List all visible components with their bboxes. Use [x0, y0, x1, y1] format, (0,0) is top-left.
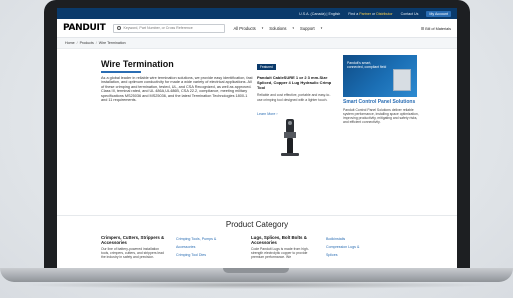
list-icon: ☰ [420, 26, 425, 31]
category-lugs-title[interactable]: Lugs, Splices, Bolt Bolts & Accessories [251, 235, 316, 245]
search-icon [117, 26, 122, 30]
link-compression-lugs[interactable]: Compression Lugs & [326, 243, 391, 251]
featured-badge: Featured [257, 64, 276, 70]
link-bodkinstalls[interactable]: Bodkinstalls [326, 235, 391, 243]
panduit-logo[interactable]: PANDUIT [63, 23, 106, 33]
chevron-down-icon: ▾ [261, 25, 264, 30]
category-lugs-desc: Code Panduit Lugs is made from high-stre… [251, 247, 309, 260]
chevron-down-icon: ▾ [292, 25, 295, 30]
find-partner-text: Find a Partner or Distributor [348, 11, 393, 16]
promo-banner-image: Panduit's smart, connected, compliant fi… [343, 55, 417, 97]
category-crimpers-title[interactable]: Crimpers, Cutters, Strippers & Accessori… [101, 235, 166, 245]
my-account-button[interactable]: My Account [426, 10, 451, 17]
contact-link[interactable]: Contact Us [401, 12, 419, 16]
title-underline [101, 71, 141, 73]
category-columns: Crimpers, Cutters, Strippers & Accessori… [57, 229, 457, 260]
main-nav: All Products ▾ Solutions ▾ Support ▾ [233, 26, 322, 31]
category-lugs-links: Bodkinstalls Compression Lugs & Splices [326, 235, 391, 260]
breadcrumb-home[interactable]: Home [65, 41, 75, 45]
partner-link[interactable]: Partner [359, 12, 371, 16]
locale-selector[interactable]: U.S.A. (Canada) | English [299, 12, 340, 16]
featured-desc: Reliable and cost effective, portable an… [257, 93, 331, 102]
laptop-shadow [20, 281, 493, 289]
main-content: Wire Termination As a global leader in r… [57, 49, 457, 167]
nav-support[interactable]: Support [300, 26, 315, 31]
link-splices[interactable]: Splices [326, 251, 391, 259]
browser-viewport: U.S.A. (Canada) | English Find a Partner… [57, 8, 457, 268]
smart-panel-title: Smart Control Panel Solutions [343, 99, 416, 105]
smart-panel-desc: Panduit Control Panel Solutions deliver … [343, 107, 419, 125]
bill-of-materials-link[interactable]: ☰ Bill of Materials [421, 26, 451, 31]
learn-more-link[interactable]: Learn More › [257, 112, 278, 116]
category-crimpers: Crimpers, Cutters, Strippers & Accessori… [101, 235, 166, 260]
category-crimpers-desc: Our line of battery-powered installation… [101, 247, 164, 260]
panel-graphic [393, 69, 411, 91]
utility-bar: U.S.A. (Canada) | English Find a Partner… [57, 8, 457, 19]
smart-panel-card[interactable]: Panduit's smart, connected, compliant fi… [343, 55, 419, 124]
distributor-link[interactable]: Distributor [376, 12, 392, 16]
search-placeholder: Keyword, Part Number, or Cross Reference [123, 26, 193, 30]
laptop-mockup: U.S.A. (Canada) | English Find a Partner… [0, 0, 513, 298]
link-crimping-dies[interactable]: Crimping Tool Dies [176, 251, 241, 259]
crimp-tool-image [281, 119, 299, 156]
category-lugs: Lugs, Splices, Bolt Bolts & Accessories … [251, 235, 316, 260]
laptop-notch [223, 268, 289, 273]
search-input[interactable]: Keyword, Part Number, or Cross Reference [113, 23, 226, 33]
category-heading: Product Category [225, 220, 289, 229]
product-category-section: Product Category Crimpers, Cutters, Stri… [57, 215, 457, 268]
intro-section: Wire Termination As a global leader in r… [101, 59, 253, 103]
featured-title: Panduit CableSURE 1 or 2 3 mm-Size Splic… [257, 75, 332, 90]
category-crimpers-links: Crimping Tools, Pumps & Accessories Crim… [176, 235, 241, 260]
page-title: Wire Termination [101, 59, 174, 69]
promo-text: Panduit's smart, connected, compliant fi… [347, 61, 387, 69]
featured-product-card[interactable]: Featured Panduit CableSURE 1 or 2 3 mm-S… [257, 55, 335, 120]
link-crimping-tools[interactable]: Crimping Tools, Pumps & [176, 235, 241, 243]
chevron-down-icon: ▾ [320, 25, 323, 30]
intro-text: As a global leader in reliable wire term… [101, 75, 253, 103]
link-accessories[interactable]: Accessories [176, 243, 241, 251]
nav-all-products[interactable]: All Products [233, 26, 255, 31]
breadcrumb-products[interactable]: Products [80, 41, 94, 45]
breadcrumb: Home / Products / Wire Termination [57, 38, 457, 49]
nav-solutions[interactable]: Solutions [269, 26, 286, 31]
breadcrumb-current: Wire Termination [98, 41, 126, 45]
site-header: PANDUIT Keyword, Part Number, or Cross R… [57, 19, 457, 38]
